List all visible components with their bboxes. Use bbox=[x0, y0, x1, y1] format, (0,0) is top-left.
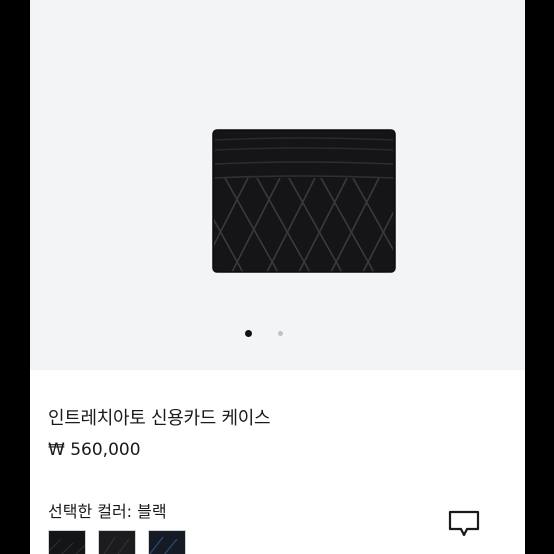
product-price: ₩ 560,000 bbox=[48, 440, 141, 460]
gallery-pagination bbox=[30, 328, 525, 340]
color-swatches bbox=[48, 530, 208, 554]
product-detail-screen: 인트레치아토 신용카드 케이스 ₩ 560,000 선택한 컬러: 블랙 bbox=[30, 0, 525, 554]
pagination-dot[interactable] bbox=[278, 331, 283, 336]
product-title: 인트레치아토 신용카드 케이스 bbox=[48, 408, 271, 429]
color-swatch-black[interactable] bbox=[48, 530, 86, 554]
product-image-gallery[interactable] bbox=[30, 0, 525, 370]
selected-color-value: 블랙 bbox=[137, 502, 167, 521]
card-case-image bbox=[212, 129, 396, 273]
color-swatch-navy[interactable] bbox=[148, 530, 186, 554]
pagination-dot-active[interactable] bbox=[245, 330, 252, 337]
selected-color: 선택한 컬러: 블랙 bbox=[48, 498, 167, 522]
color-swatch-black-2[interactable] bbox=[98, 530, 136, 554]
selected-color-label: 선택한 컬러: bbox=[48, 502, 133, 521]
chat-button[interactable] bbox=[444, 508, 484, 548]
chat-bubble-icon bbox=[448, 510, 480, 537]
